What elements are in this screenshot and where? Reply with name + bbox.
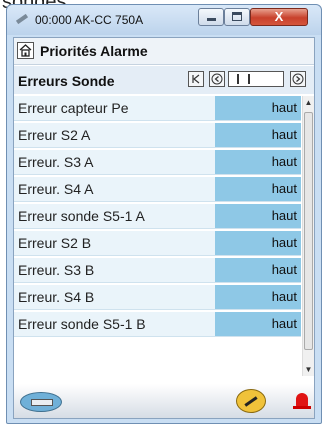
list-item[interactable]: Erreur sonde S5-1 B haut <box>14 312 301 337</box>
list-item[interactable]: Erreur S2 A haut <box>14 123 301 148</box>
row-label: Erreur. S4 B <box>18 289 95 305</box>
alarm-icon[interactable] <box>293 393 311 409</box>
app-window: 00:000 AK-CC 750A X Priorités Alarme Err… <box>6 4 322 424</box>
list-item[interactable]: Erreur. S4 A haut <box>14 177 301 202</box>
title-bar[interactable]: 00:000 AK-CC 750A X <box>7 5 321 35</box>
app-icon <box>15 13 29 25</box>
priority-value[interactable]: haut <box>215 123 301 147</box>
list-item[interactable]: Erreur. S3 B haut <box>14 258 301 283</box>
page-scroll-slider[interactable] <box>228 71 284 87</box>
window-title: 00:000 AK-CC 750A <box>35 13 144 27</box>
row-label: Erreur S2 A <box>18 127 91 143</box>
next-page-button[interactable] <box>290 71 306 87</box>
priority-value[interactable]: haut <box>215 258 301 282</box>
maximize-icon <box>232 12 242 21</box>
list-item[interactable]: Erreur. S3 A haut <box>14 150 301 175</box>
priority-value[interactable]: haut <box>215 204 301 228</box>
list-item[interactable]: Erreur. S4 B haut <box>14 285 301 310</box>
scroll-down-icon[interactable]: ▼ <box>303 365 314 374</box>
slider-grip-icon[interactable] <box>237 74 250 84</box>
row-label: Erreur S2 B <box>18 235 92 251</box>
priority-value[interactable]: haut <box>215 96 301 120</box>
page-title: Priorités Alarme <box>40 43 148 59</box>
page-header: Priorités Alarme <box>14 38 314 65</box>
row-label: Erreur sonde S5-1 B <box>18 316 146 332</box>
priority-value[interactable]: haut <box>215 177 301 201</box>
section-header: Erreurs Sonde <box>14 66 314 94</box>
first-page-button[interactable] <box>188 71 204 87</box>
priority-value[interactable]: haut <box>215 231 301 255</box>
section-title: Erreurs Sonde <box>18 73 115 89</box>
home-icon[interactable] <box>17 42 34 59</box>
prev-page-icon <box>211 73 223 85</box>
priority-value[interactable]: haut <box>215 312 301 336</box>
row-label: Erreur capteur Pe <box>18 100 129 116</box>
priority-value[interactable]: haut <box>215 285 301 309</box>
wrench-icon[interactable] <box>236 389 266 413</box>
row-label: Erreur. S3 B <box>18 262 95 278</box>
next-page-icon <box>292 73 304 85</box>
prev-page-button[interactable] <box>209 71 225 87</box>
list-item[interactable]: Erreur sonde S5-1 A haut <box>14 204 301 229</box>
minimize-button[interactable] <box>198 8 224 26</box>
close-icon: X <box>274 9 284 24</box>
first-page-icon <box>192 74 200 84</box>
battery-icon[interactable] <box>20 392 62 412</box>
priority-value[interactable]: haut <box>215 150 301 174</box>
list-item[interactable]: Erreur S2 B haut <box>14 231 301 256</box>
vertical-scrollbar[interactable]: ▲ ▼ <box>302 96 314 376</box>
row-label: Erreur sonde S5-1 A <box>18 208 145 224</box>
client-area: Priorités Alarme Erreurs Sonde Erreur ca… <box>13 37 315 419</box>
maximize-button[interactable] <box>224 8 250 26</box>
alarm-priority-list: Erreur capteur Pe haut Erreur S2 Ahaut Erre… <box>14 96 301 339</box>
row-label: Erreur. S3 A <box>18 154 94 170</box>
minimize-icon <box>207 18 216 21</box>
row-label: Erreur. S4 A <box>18 181 94 197</box>
scroll-up-icon[interactable]: ▲ <box>303 98 314 107</box>
close-button[interactable]: X <box>250 8 308 26</box>
scroll-thumb[interactable] <box>304 112 313 350</box>
list-item[interactable]: Erreur capteur Pe haut <box>14 96 301 121</box>
footer-bar <box>14 384 314 418</box>
